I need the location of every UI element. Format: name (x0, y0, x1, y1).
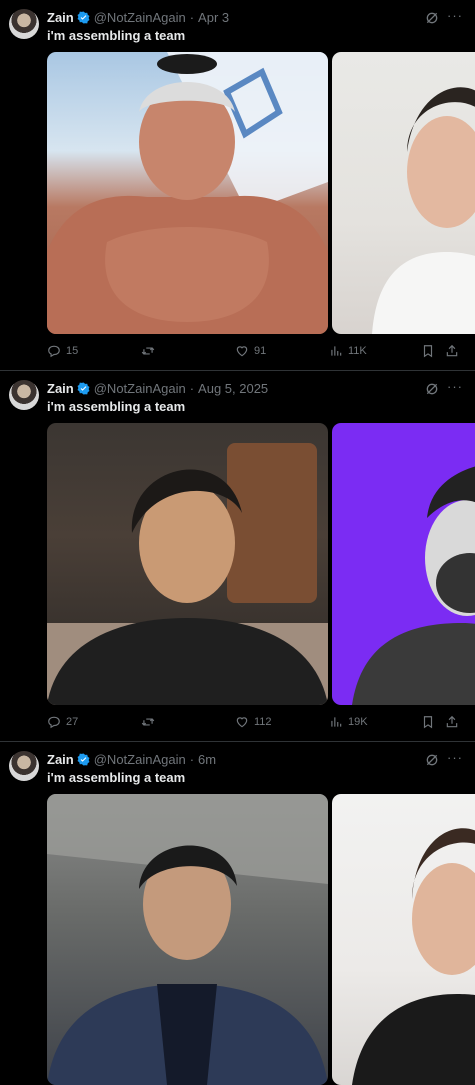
photo-content (47, 52, 328, 334)
photo-content (352, 466, 475, 705)
media-image[interactable] (47, 423, 328, 705)
retweet-button[interactable] (141, 715, 155, 729)
separator-dot: · (189, 380, 195, 396)
photo-content (372, 87, 475, 334)
author-name[interactable]: Zain (47, 752, 74, 767)
grok-icon[interactable] (424, 381, 440, 397)
bookmark-icon (423, 716, 433, 729)
tweet-header: Zain @NotZainAgain · 6m (47, 750, 216, 768)
share-button[interactable] (445, 715, 459, 729)
reply-count: 15 (66, 345, 79, 357)
media-image[interactable] (332, 423, 475, 705)
photo-content (352, 828, 475, 1085)
grok-icon[interactable] (424, 10, 440, 26)
tweet[interactable]: Zain @NotZainAgain · Apr 3 ··· i'm assem… (0, 0, 475, 371)
like-count: 112 (254, 716, 272, 728)
tweet-actions: 27 112 19K (47, 715, 467, 733)
avatar[interactable] (9, 751, 39, 781)
like-button[interactable]: 112 (235, 715, 272, 729)
tweet-actions: 15 91 11K (47, 344, 467, 362)
timestamp[interactable]: Apr 3 (198, 10, 229, 25)
share-icon (446, 344, 458, 357)
reply-button[interactable]: 27 (47, 715, 78, 729)
views-icon (331, 717, 342, 727)
retweet-icon (141, 718, 155, 726)
more-icon[interactable]: ··· (447, 750, 463, 765)
verified-badge-icon (77, 11, 90, 23)
retweet-icon (141, 347, 155, 355)
author-handle[interactable]: @NotZainAgain (94, 10, 186, 25)
media-image[interactable] (332, 794, 475, 1085)
media-image[interactable] (47, 794, 328, 1085)
tweet-text: i'm assembling a team (47, 28, 186, 43)
avatar[interactable] (9, 9, 39, 39)
media-carousel[interactable] (47, 423, 475, 705)
heart-icon (236, 346, 248, 357)
bookmark-icon (423, 345, 433, 358)
bookmark-button[interactable] (421, 344, 435, 358)
more-icon[interactable]: ··· (447, 379, 463, 394)
share-button[interactable] (445, 344, 459, 358)
photo-content (47, 443, 328, 705)
views-icon (331, 346, 342, 356)
author-handle[interactable]: @NotZainAgain (94, 381, 186, 396)
author-name[interactable]: Zain (47, 10, 74, 25)
views-button[interactable]: 11K (329, 344, 367, 358)
reply-icon (48, 345, 60, 358)
separator-dot: · (189, 751, 195, 767)
more-icon[interactable]: ··· (447, 8, 463, 23)
author-name[interactable]: Zain (47, 381, 74, 396)
verified-badge-icon (77, 753, 90, 765)
tweet-text: i'm assembling a team (47, 399, 186, 414)
tweet[interactable]: Zain @NotZainAgain · 6m ··· i'm assembli… (0, 742, 475, 1085)
grok-icon[interactable] (424, 752, 440, 768)
tweet-text: i'm assembling a team (47, 770, 186, 785)
media-carousel[interactable] (47, 52, 475, 334)
heart-icon (236, 717, 248, 728)
share-icon (446, 715, 458, 728)
reply-count: 27 (66, 716, 79, 728)
views-button[interactable]: 19K (329, 715, 368, 729)
like-button[interactable]: 91 (235, 344, 266, 358)
timestamp[interactable]: Aug 5, 2025 (198, 381, 268, 396)
media-image[interactable] (47, 52, 328, 334)
views-count: 11K (348, 345, 367, 357)
media-image[interactable] (332, 52, 475, 334)
like-count: 91 (254, 345, 267, 357)
reply-icon (48, 716, 60, 729)
reply-button[interactable]: 15 (47, 344, 78, 358)
tweet-header: Zain @NotZainAgain · Aug 5, 2025 (47, 379, 268, 397)
photo-content (47, 794, 328, 1085)
timestamp[interactable]: 6m (198, 752, 216, 767)
avatar[interactable] (9, 380, 39, 410)
media-carousel[interactable] (47, 794, 475, 1085)
views-count: 19K (348, 716, 368, 728)
retweet-button[interactable] (141, 344, 155, 358)
tweet[interactable]: Zain @NotZainAgain · Aug 5, 2025 ··· i'm… (0, 371, 475, 742)
tweet-header: Zain @NotZainAgain · Apr 3 (47, 8, 229, 26)
separator-dot: · (189, 9, 195, 25)
author-handle[interactable]: @NotZainAgain (94, 752, 186, 767)
bookmark-button[interactable] (421, 715, 435, 729)
verified-badge-icon (77, 382, 90, 394)
